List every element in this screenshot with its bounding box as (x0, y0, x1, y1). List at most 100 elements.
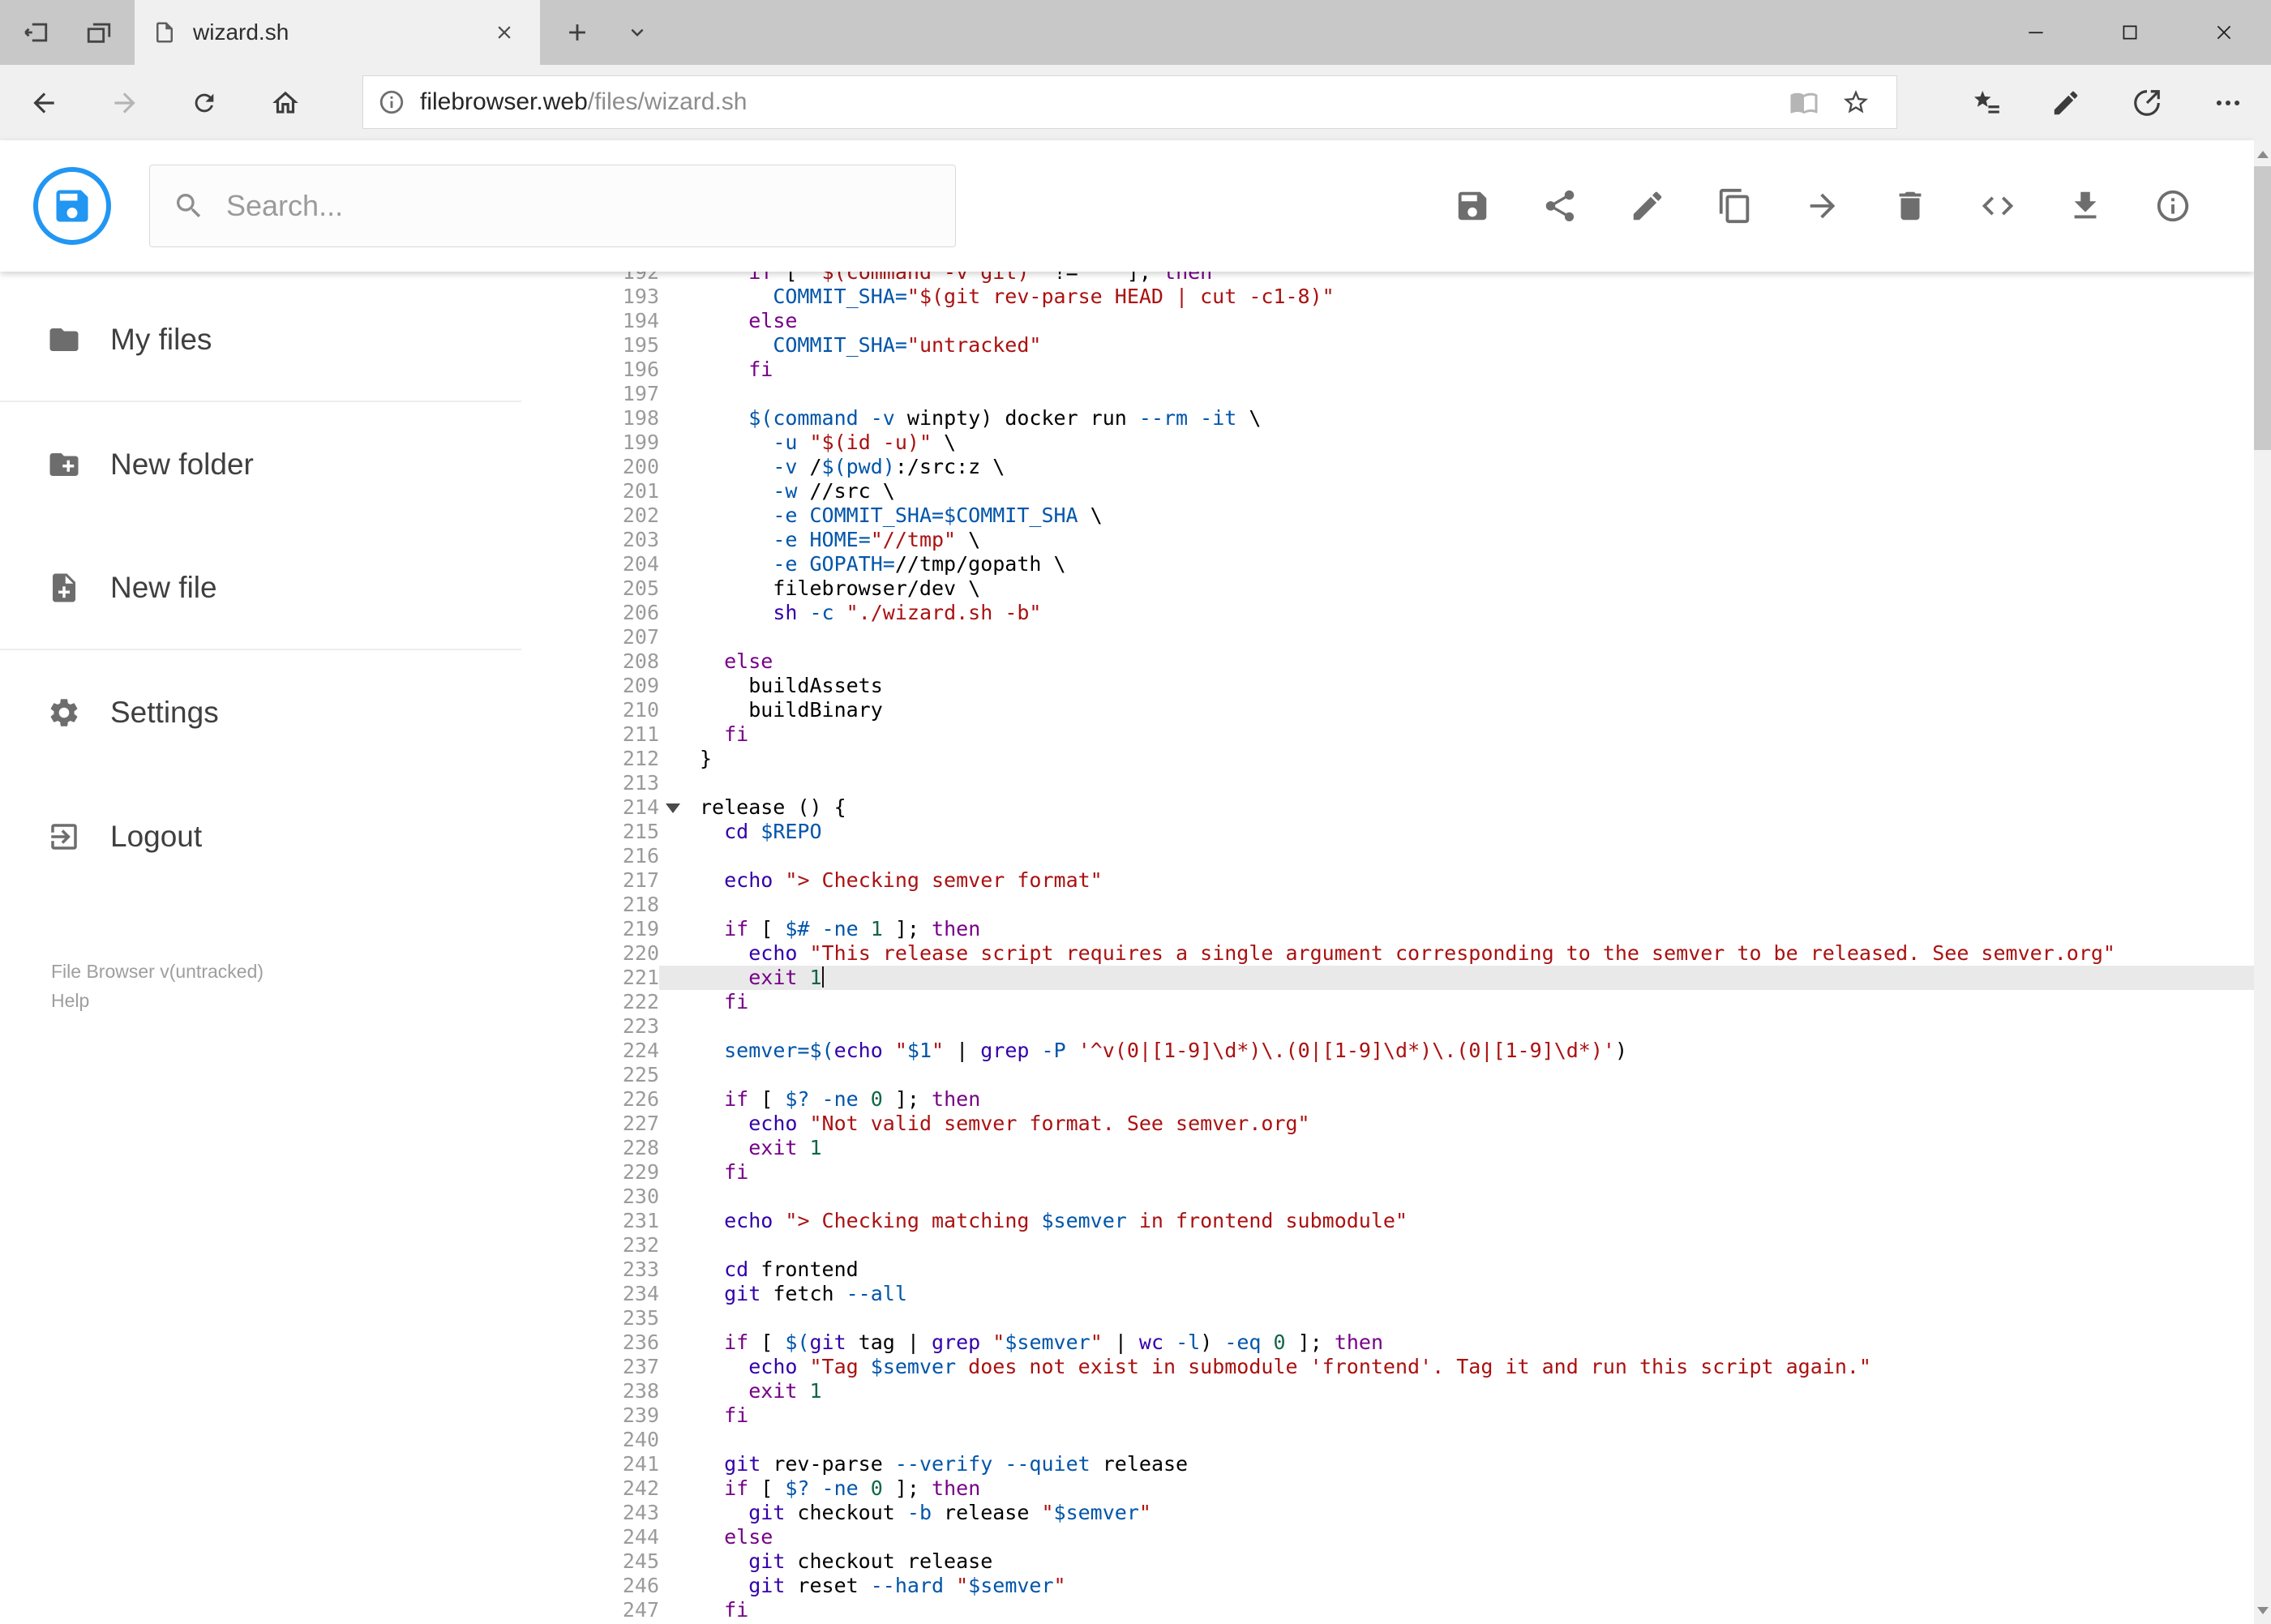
tab-list-button[interactable] (611, 0, 663, 65)
forward-button[interactable] (92, 65, 157, 140)
code-line-234[interactable]: 234 git fetch --all (521, 1282, 2254, 1306)
browser-tab[interactable]: wizard.sh (135, 0, 540, 65)
code-line-226[interactable]: 226 if [ $? -ne 0 ]; then (521, 1087, 2254, 1112)
sidebar-item-new-file[interactable]: New file (0, 526, 521, 650)
download-button[interactable] (2042, 140, 2129, 272)
search-box[interactable] (149, 165, 956, 247)
code-view-button[interactable] (1954, 140, 2042, 272)
code-line-195[interactable]: 195 COMMIT_SHA="untracked" (521, 333, 2254, 358)
code-line-229[interactable]: 229 fi (521, 1160, 2254, 1185)
rename-button[interactable] (1604, 140, 1691, 272)
tabs-preview-button[interactable] (68, 0, 130, 65)
code-line-236[interactable]: 236 if [ $(git tag | grep "$semver" | wc… (521, 1330, 2254, 1355)
scroll-up-button[interactable] (2254, 140, 2271, 168)
code-line-202[interactable]: 202 -e COMMIT_SHA=$COMMIT_SHA \ (521, 503, 2254, 528)
sidebar-item-new-folder[interactable]: New folder (0, 402, 521, 526)
code-line-225[interactable]: 225 (521, 1063, 2254, 1087)
code-line-216[interactable]: 216 (521, 844, 2254, 868)
sidebar-item-logout[interactable]: Logout (0, 774, 521, 898)
code-line-231[interactable]: 231 echo "> Checking matching $semver in… (521, 1209, 2254, 1233)
code-line-208[interactable]: 208 else (521, 649, 2254, 674)
back-button[interactable] (11, 65, 76, 140)
code-line-247[interactable]: 247 fi (521, 1598, 2254, 1622)
code-line-237[interactable]: 237 echo "Tag $semver does not exist in … (521, 1355, 2254, 1379)
code-line-213[interactable]: 213 (521, 771, 2254, 795)
code-line-219[interactable]: 219 if [ $# -ne 1 ]; then (521, 917, 2254, 941)
add-favorite-button[interactable] (1830, 76, 1882, 128)
code-line-205[interactable]: 205 filebrowser/dev \ (521, 576, 2254, 601)
code-line-203[interactable]: 203 -e HOME="//tmp" \ (521, 528, 2254, 552)
sidebar-item-settings[interactable]: Settings (0, 650, 521, 774)
home-button[interactable] (253, 65, 318, 140)
code-line-209[interactable]: 209 buildAssets (521, 674, 2254, 698)
tab-close-button[interactable] (486, 15, 522, 50)
code-line-193[interactable]: 193 COMMIT_SHA="$(git rev-parse HEAD | c… (521, 285, 2254, 309)
share-page-button[interactable] (2118, 65, 2176, 140)
code-line-221[interactable]: 221 exit 1 (521, 966, 2254, 990)
code-line-206[interactable]: 206 sh -c "./wizard.sh -b" (521, 601, 2254, 625)
code-line-224[interactable]: 224 semver=$(echo "$1" | grep -P '^v(0|[… (521, 1039, 2254, 1063)
code-line-200[interactable]: 200 -v /$(pwd):/src:z \ (521, 455, 2254, 479)
site-info-icon[interactable] (378, 88, 405, 116)
code-line-245[interactable]: 245 git checkout release (521, 1549, 2254, 1574)
code-line-220[interactable]: 220 echo "This release script requires a… (521, 941, 2254, 966)
code-line-235[interactable]: 235 (521, 1306, 2254, 1330)
code-line-230[interactable]: 230 (521, 1185, 2254, 1209)
address-bar[interactable]: filebrowser.web/files/wizard.sh (362, 75, 1897, 129)
maximize-button[interactable] (2083, 0, 2177, 65)
copy-button[interactable] (1691, 140, 1779, 272)
new-tab-button[interactable] (548, 0, 606, 65)
code-line-238[interactable]: 238 exit 1 (521, 1379, 2254, 1403)
code-line-211[interactable]: 211 fi (521, 722, 2254, 747)
code-line-214[interactable]: 214 release () { (521, 795, 2254, 820)
code-editor[interactable]: 192 if [ "$(command -v git)" != "" ]; th… (521, 272, 2254, 1624)
code-line-228[interactable]: 228 exit 1 (521, 1136, 2254, 1160)
search-input[interactable] (226, 189, 932, 223)
save-button[interactable] (1429, 140, 1516, 272)
code-line-207[interactable]: 207 (521, 625, 2254, 649)
sidebar-item-my-files[interactable]: My files (0, 278, 521, 402)
code-line-246[interactable]: 246 git reset --hard "$semver" (521, 1574, 2254, 1598)
code-line-201[interactable]: 201 -w //src \ (521, 479, 2254, 503)
code-line-242[interactable]: 242 if [ $? -ne 0 ]; then (521, 1476, 2254, 1501)
share-button[interactable] (1516, 140, 1604, 272)
refresh-button[interactable] (172, 65, 237, 140)
code-line-199[interactable]: 199 -u "$(id -u)" \ (521, 431, 2254, 455)
move-button[interactable] (1779, 140, 1866, 272)
web-note-button[interactable] (2037, 65, 2095, 140)
code-line-194[interactable]: 194 else (521, 309, 2254, 333)
code-line-239[interactable]: 239 fi (521, 1403, 2254, 1428)
more-menu-button[interactable] (2199, 65, 2257, 140)
code-line-233[interactable]: 233 cd frontend (521, 1258, 2254, 1282)
code-line-192[interactable]: 192 if [ "$(command -v git)" != "" ]; th… (521, 272, 2254, 285)
minimize-button[interactable] (1989, 0, 2083, 65)
scrollbar-thumb[interactable] (2254, 166, 2271, 450)
info-button[interactable] (2129, 140, 2217, 272)
code-line-240[interactable]: 240 (521, 1428, 2254, 1452)
code-line-232[interactable]: 232 (521, 1233, 2254, 1258)
help-link[interactable]: Help (51, 990, 89, 1011)
code-line-222[interactable]: 222 fi (521, 990, 2254, 1014)
set-tabs-aside-button[interactable] (5, 0, 66, 65)
code-line-223[interactable]: 223 (521, 1014, 2254, 1039)
delete-button[interactable] (1866, 140, 1954, 272)
code-line-212[interactable]: 212} (521, 747, 2254, 771)
code-line-210[interactable]: 210 buildBinary (521, 698, 2254, 722)
code-line-197[interactable]: 197 (521, 382, 2254, 406)
code-line-244[interactable]: 244 else (521, 1525, 2254, 1549)
code-line-218[interactable]: 218 (521, 893, 2254, 917)
scroll-down-button[interactable] (2254, 1596, 2271, 1624)
close-window-button[interactable] (2177, 0, 2271, 65)
code-line-204[interactable]: 204 -e GOPATH=//tmp/gopath \ (521, 552, 2254, 576)
app-logo[interactable] (33, 167, 111, 245)
code-line-198[interactable]: 198 $(command -v winpty) docker run --rm… (521, 406, 2254, 431)
code-line-217[interactable]: 217 echo "> Checking semver format" (521, 868, 2254, 893)
hub-favorites-button[interactable] (1957, 65, 2016, 140)
code-line-243[interactable]: 243 git checkout -b release "$semver" (521, 1501, 2254, 1525)
code-line-196[interactable]: 196 fi (521, 358, 2254, 382)
page-scrollbar[interactable] (2254, 140, 2271, 1624)
code-line-215[interactable]: 215 cd $REPO (521, 820, 2254, 844)
code-line-241[interactable]: 241 git rev-parse --verify --quiet relea… (521, 1452, 2254, 1476)
reading-view-button[interactable] (1778, 76, 1830, 128)
code-line-227[interactable]: 227 echo "Not valid semver format. See s… (521, 1112, 2254, 1136)
